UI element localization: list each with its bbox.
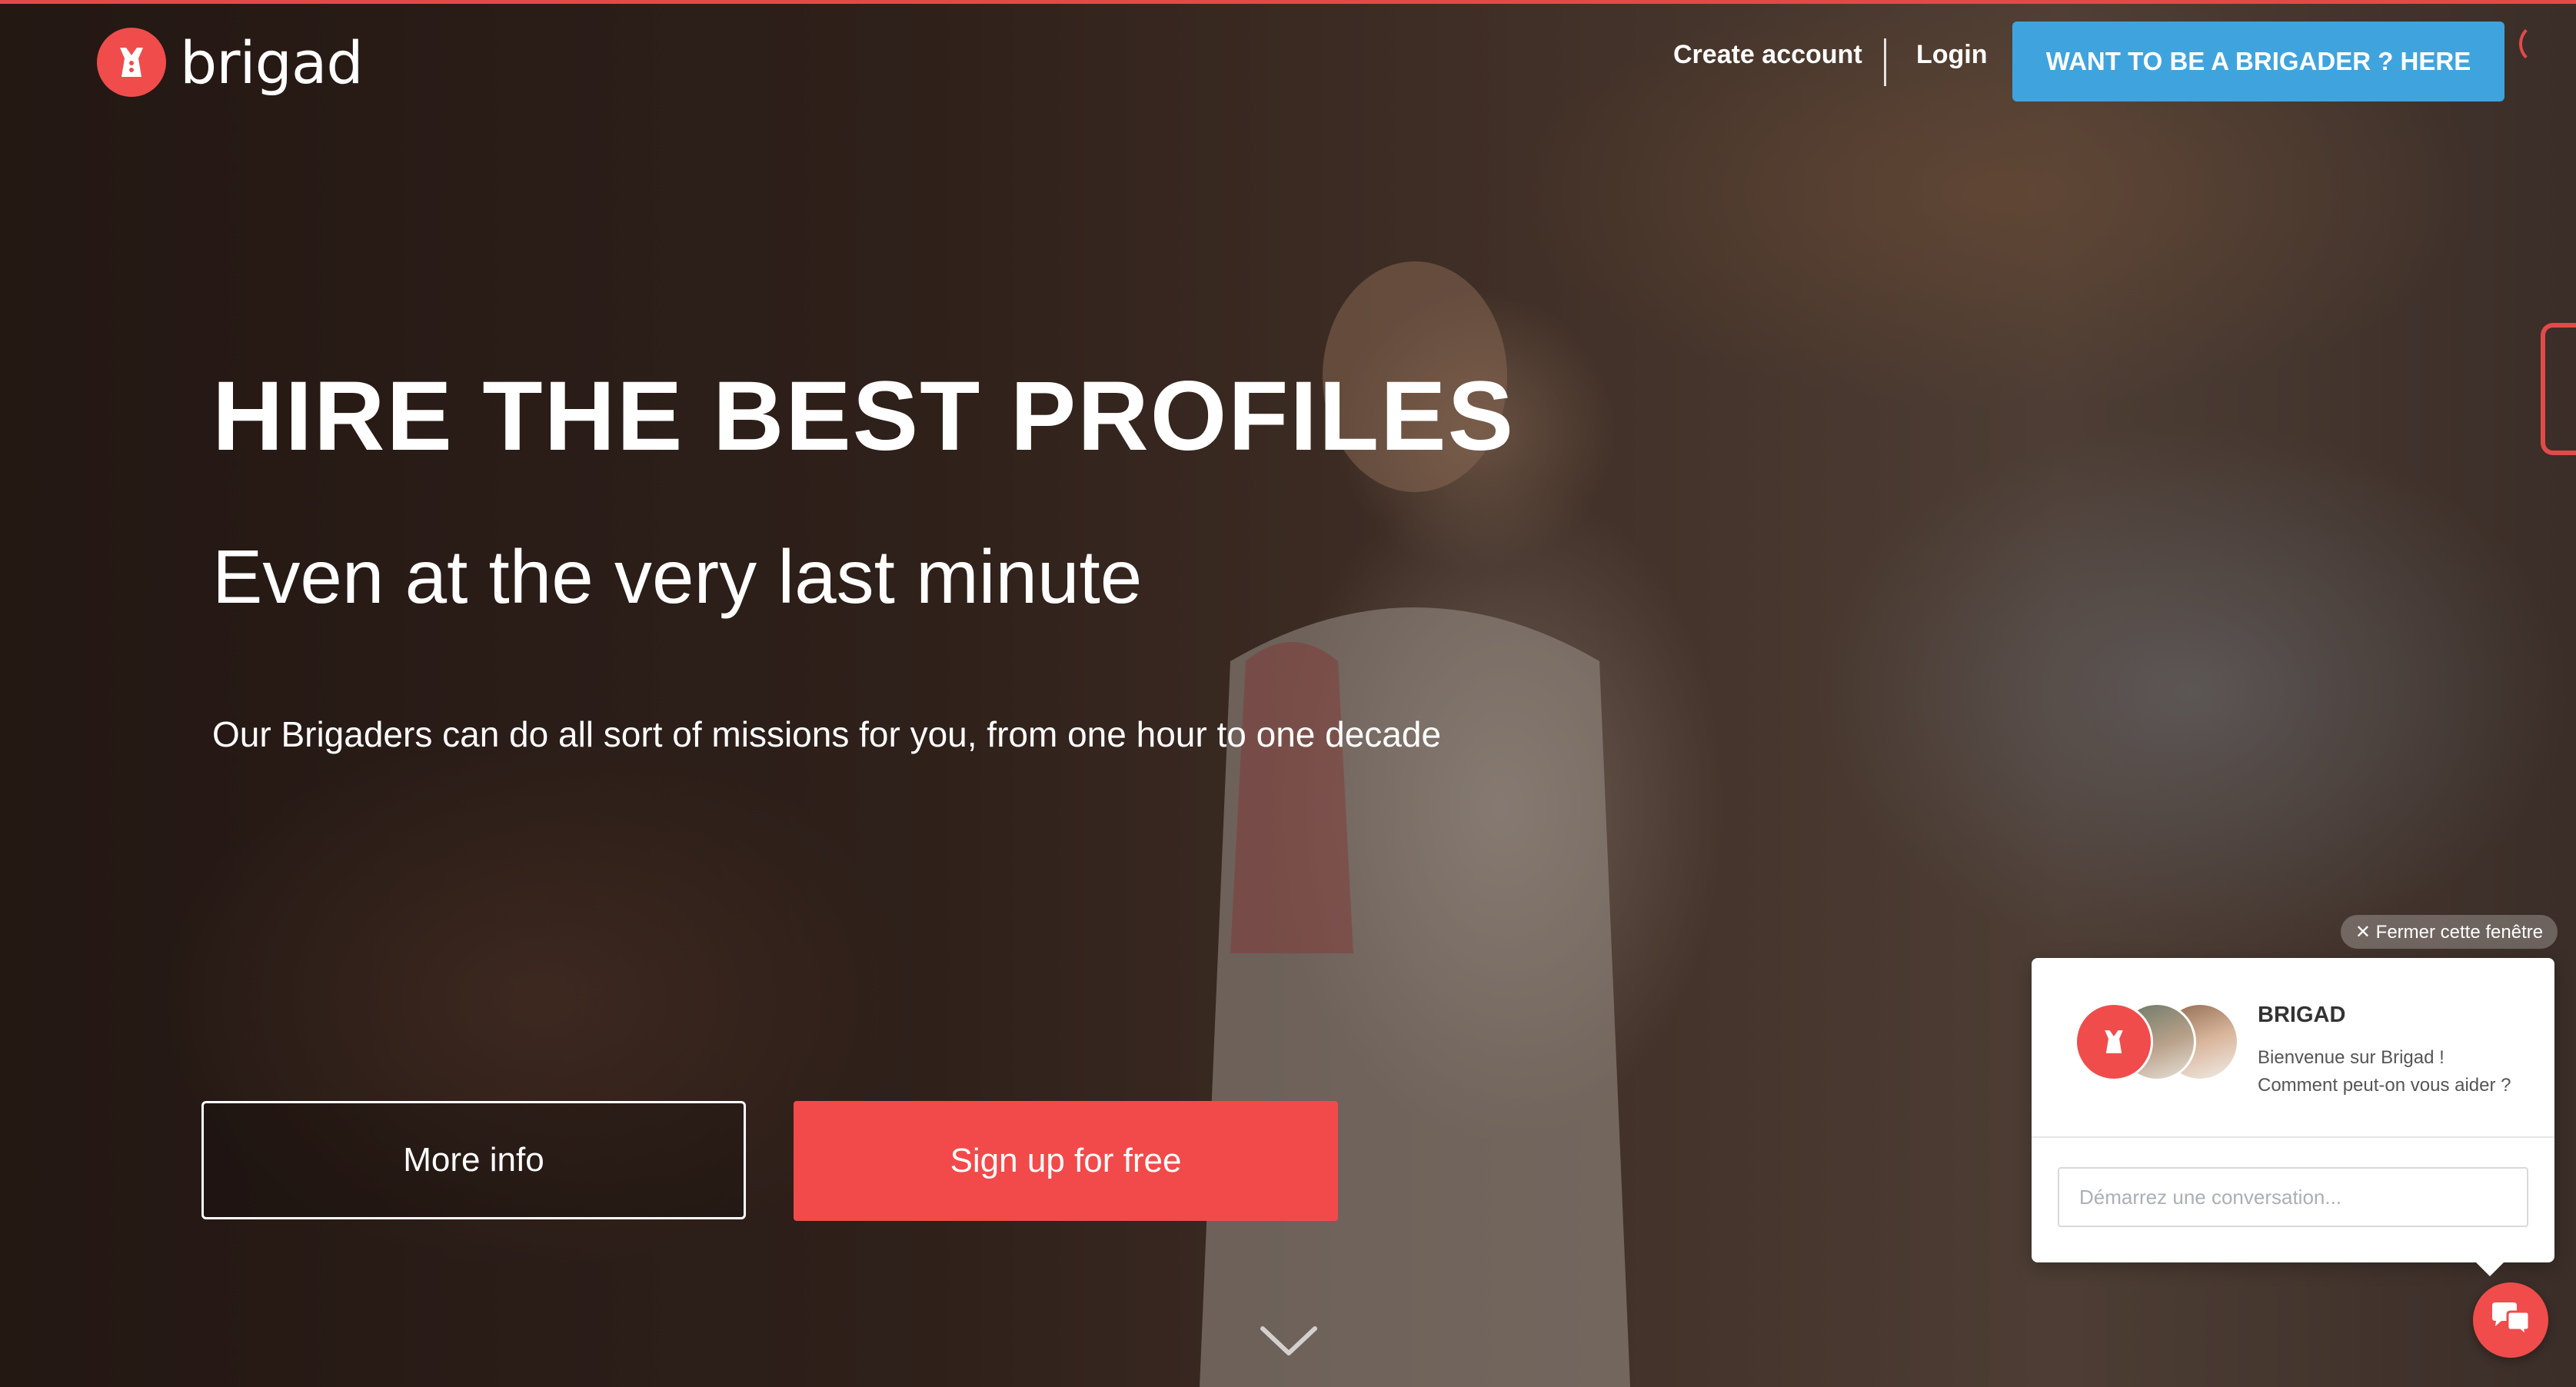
chat-welcome-message: Bienvenue sur Brigad ! Comment peut-on v… bbox=[2258, 1044, 2534, 1099]
chat-avatars bbox=[2075, 1003, 2239, 1081]
brigad-logo-link[interactable]: brigad bbox=[97, 28, 364, 97]
top-accent-bar bbox=[0, 0, 2576, 4]
loading-spinner-icon bbox=[2519, 23, 2561, 65]
chat-panel: BRIGAD Bienvenue sur Brigad ! Comment pe… bbox=[2032, 958, 2554, 1276]
side-tab[interactable] bbox=[2541, 323, 2576, 455]
hero-subtitle: Even at the very last minute bbox=[212, 534, 1143, 619]
create-account-link[interactable]: Create account bbox=[1673, 40, 1862, 70]
become-brigader-button[interactable]: WANT TO BE A BRIGADER ? HERE bbox=[2012, 22, 2504, 101]
chat-bubbles-icon bbox=[2492, 1302, 2531, 1339]
chat-divider bbox=[2032, 1136, 2554, 1138]
chat-launcher-button[interactable] bbox=[2473, 1282, 2548, 1358]
more-info-button[interactable]: More info bbox=[201, 1101, 746, 1219]
hero-description: Our Brigaders can do all sort of mission… bbox=[212, 714, 1442, 754]
hero-title: HIRE THE BEST PROFILES bbox=[212, 361, 1515, 471]
nav-divider bbox=[1884, 38, 1886, 86]
sign-up-button[interactable]: Sign up for free bbox=[794, 1101, 1338, 1221]
chat-message-input[interactable] bbox=[2058, 1167, 2528, 1227]
login-link[interactable]: Login bbox=[1916, 40, 1988, 70]
chat-welcome-line: Comment peut-on vous aider ? bbox=[2258, 1075, 2511, 1096]
logo-wordmark: brigad bbox=[180, 28, 364, 97]
chat-close-button[interactable]: ✕ Fermer cette fenêtre bbox=[2341, 915, 2558, 949]
chat-welcome-line: Bienvenue sur Brigad ! bbox=[2258, 1047, 2445, 1068]
chevron-down-icon[interactable] bbox=[1258, 1322, 1320, 1359]
brigad-logo-icon bbox=[97, 28, 166, 97]
chat-team-name: BRIGAD bbox=[2258, 1003, 2346, 1027]
brigad-avatar bbox=[2075, 1003, 2153, 1081]
